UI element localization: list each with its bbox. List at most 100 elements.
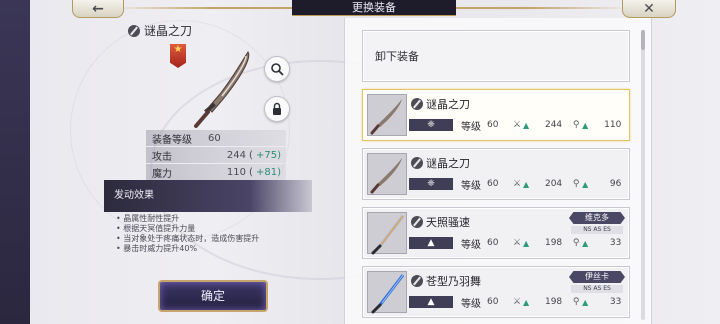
weapon-type-icon xyxy=(411,98,423,110)
level-label: 等级 xyxy=(461,121,481,133)
stat-bonus: +75) xyxy=(256,149,282,161)
owner-badge: 伊丝卡 xyxy=(569,271,625,283)
sword-icon xyxy=(370,99,402,135)
magic-value: 110 xyxy=(604,120,622,130)
equipment-card[interactable]: 天照骚速 维克多 NS AS ES ▲ 等级 60 ⚔ ▲ 198 ⚲ ▲ 33 xyxy=(362,207,630,259)
effect-line: • 晶属性耐性提升 xyxy=(116,214,180,223)
effect-list: • 晶属性耐性提升 • 根据天冥值提升力量 • 当对象处于疼痛状态时，造成伤害提… xyxy=(116,214,259,254)
attack-icon: ⚔ xyxy=(512,179,522,189)
close-icon: ✕ xyxy=(643,0,655,17)
card-stats: ▲ 等级 60 ⚔ ▲ 198 ⚲ ▲ 33 xyxy=(409,236,622,251)
rank-star-icon: ★ xyxy=(173,44,183,55)
stat-paren: ( xyxy=(249,149,253,161)
stat-value: 244 xyxy=(226,149,246,161)
stat-bonus: +81) xyxy=(256,166,282,178)
stat-up-icon: ▲ xyxy=(523,120,530,130)
element-icon: ❈ xyxy=(409,178,453,190)
stat-label: 攻击 xyxy=(152,151,172,163)
attack-value: 244 xyxy=(544,120,563,130)
attack-icon: ⚔ xyxy=(512,120,522,130)
stat-up-icon: ▲ xyxy=(582,120,589,130)
magic-icon: ⚲ xyxy=(572,297,580,307)
katana-icon xyxy=(371,215,405,255)
detail-item-name-label: 谜晶之刀 xyxy=(144,24,193,38)
skill-tags: NS AS ES xyxy=(571,285,623,293)
magic-value: 96 xyxy=(609,179,622,189)
stat-row-level: 装备等级 60 xyxy=(146,130,286,146)
card-name: 苍型乃羽舞 xyxy=(426,275,481,288)
card-title: 谜晶之刀 xyxy=(411,155,470,171)
magic-icon: ⚲ xyxy=(572,238,580,248)
stat-value: 110 xyxy=(226,166,246,178)
effect-line: • 当对象处于疼痛状态时，造成伤害提升 xyxy=(116,234,260,243)
card-stats: ❈ 等级 60 ⚔ ▲ 204 ⚲ ▲ 96 xyxy=(409,177,622,192)
card-title: 谜晶之刀 xyxy=(411,96,470,112)
stat-label: 装备等级 xyxy=(152,134,192,146)
level-value: 60 xyxy=(487,238,499,248)
magic-icon: ⚲ xyxy=(572,179,580,189)
stat-value: 60 xyxy=(208,132,221,144)
weapon-type-icon xyxy=(411,216,423,228)
level-value: 60 xyxy=(487,120,499,130)
equipment-card[interactable]: 谜晶之刀 ❈ 等级 60 ⚔ ▲ 204 ⚲ ▲ 96 xyxy=(362,148,630,200)
stat-row-attack: 攻击 244 ( +75) xyxy=(146,147,286,163)
confirm-button[interactable]: 确定 xyxy=(158,280,268,312)
stat-label: 魔力 xyxy=(152,168,172,180)
effect-title: 发动效果 xyxy=(104,180,312,212)
sword-icon xyxy=(370,158,402,194)
stat-paren: ( xyxy=(249,166,253,178)
zoom-button[interactable] xyxy=(264,56,290,82)
back-arrow-icon: ← xyxy=(92,0,104,17)
card-name: 谜晶之刀 xyxy=(426,98,470,111)
lock-icon xyxy=(273,102,281,115)
effect-line: • 根据天冥值提升力量 xyxy=(116,224,196,233)
unequip-button[interactable]: 卸下装备 xyxy=(362,30,630,82)
weapon-image xyxy=(194,51,250,128)
weapon-type-icon xyxy=(411,275,423,287)
magic-value: 33 xyxy=(609,238,622,248)
attack-icon: ⚔ xyxy=(512,297,522,307)
stat-up-icon: ▲ xyxy=(523,179,530,189)
attack-value: 204 xyxy=(544,179,563,189)
effect-line: • 暴击时威力提升40% xyxy=(116,244,198,253)
lock-button[interactable] xyxy=(264,96,290,122)
equipment-card[interactable]: 谜晶之刀 ❈ 等级 60 ⚔ ▲ 244 ⚲ ▲ 110 xyxy=(362,89,630,141)
attack-icon: ⚔ xyxy=(512,238,522,248)
weapon-type-icon xyxy=(128,24,140,37)
weapon-thumbnail xyxy=(367,94,407,136)
card-title: 天照骚速 xyxy=(411,214,470,230)
level-label: 等级 xyxy=(461,298,481,310)
page-title: 更换装备 xyxy=(292,0,456,16)
card-title: 苍型乃羽舞 xyxy=(411,273,481,289)
level-value: 60 xyxy=(487,297,499,307)
weapon-thumbnail xyxy=(367,271,407,314)
card-stats: ▲ 等级 60 ⚔ ▲ 198 ⚲ ▲ 33 xyxy=(409,295,621,310)
card-name: 天照骚速 xyxy=(426,216,470,229)
level-label: 等级 xyxy=(461,180,481,192)
stat-row-magic: 魔力 110 ( +81) xyxy=(146,164,286,180)
close-button[interactable]: ✕ xyxy=(622,0,676,18)
game-screen: 更换装备 ← ✕ 谜晶之刀 ★ 装备等级 60 攻击 244 (+75) 魔力… xyxy=(0,0,720,324)
character-icon: ▲ xyxy=(409,237,453,249)
card-name: 谜晶之刀 xyxy=(426,157,470,170)
attack-value: 198 xyxy=(544,238,563,248)
character-icon: ▲ xyxy=(409,296,453,308)
owner-badge: 维克多 xyxy=(569,212,625,224)
weapon-thumbnail xyxy=(367,212,407,255)
level-value: 60 xyxy=(487,179,499,189)
magnifier-icon xyxy=(271,63,284,76)
card-stats: ❈ 等级 60 ⚔ ▲ 244 ⚲ ▲ 110 xyxy=(409,118,622,133)
katana-icon xyxy=(371,274,405,314)
stat-up-icon: ▲ xyxy=(582,179,589,189)
equipment-card[interactable]: 苍型乃羽舞 伊丝卡 NS AS ES ▲ 等级 60 ⚔ ▲ 198 ⚲ ▲ 3… xyxy=(362,266,630,318)
list-scrollbar[interactable] xyxy=(641,30,645,320)
left-side-bar xyxy=(0,0,30,324)
back-button[interactable]: ← xyxy=(72,0,124,18)
list-scrollbar-thumb[interactable] xyxy=(641,30,645,50)
weapon-thumbnail xyxy=(367,153,407,195)
element-icon: ❈ xyxy=(409,119,453,131)
stat-up-icon: ▲ xyxy=(582,297,589,307)
weapon-type-icon xyxy=(411,157,423,169)
stat-table: 装备等级 60 攻击 244 ( +75) 魔力 110 ( +81) xyxy=(146,130,286,181)
magic-icon: ⚲ xyxy=(572,120,580,130)
